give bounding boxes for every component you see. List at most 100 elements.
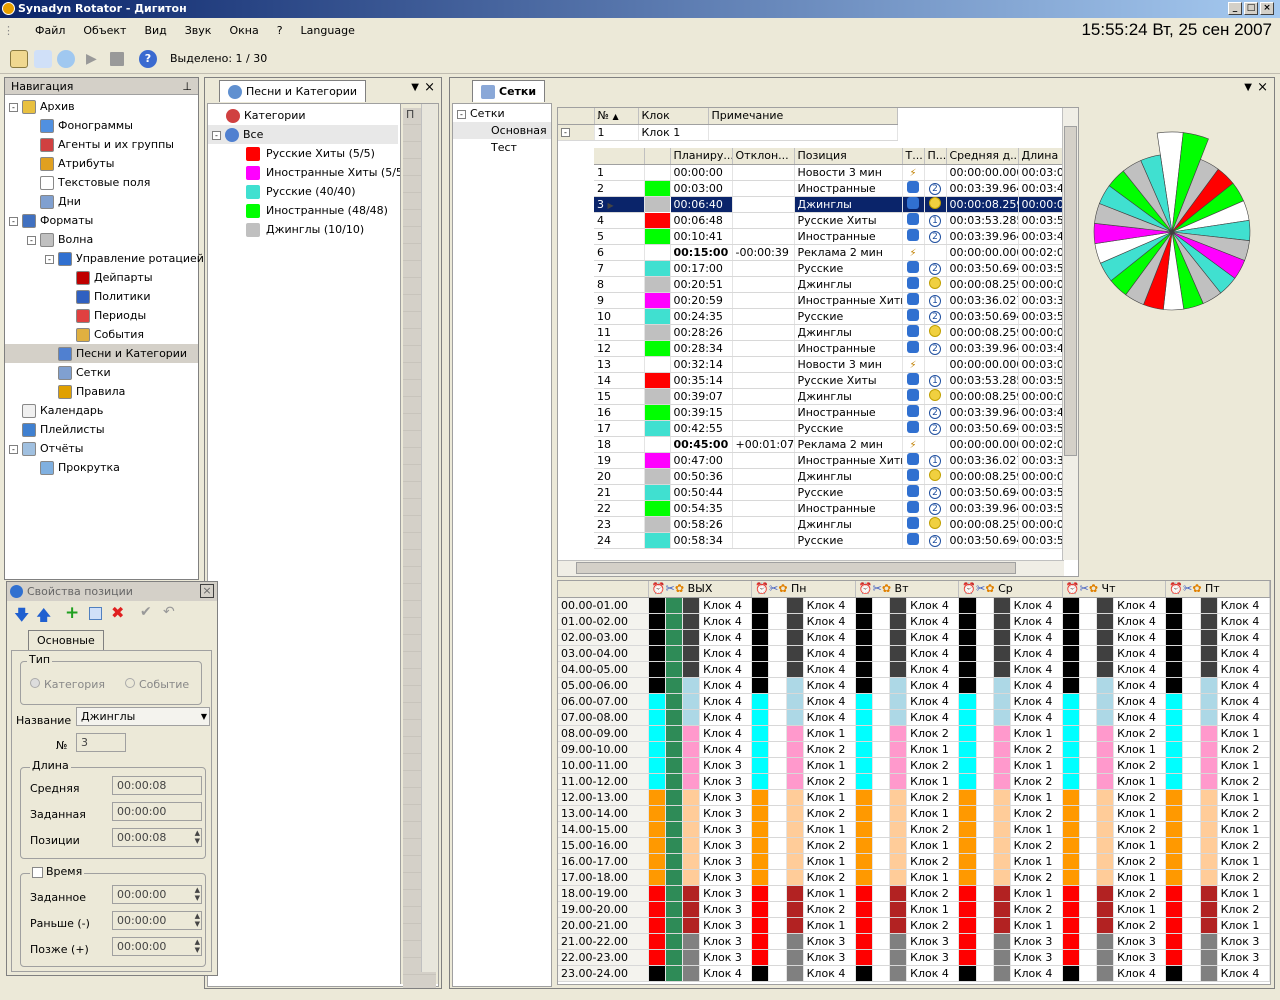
clock-cell[interactable]: Клок 2 (1217, 741, 1270, 758)
hour-row[interactable]: 20.00-21.00 Клок 3 Клок 1 Клок 2 Клок 1 Клок … (558, 917, 1270, 934)
clock-cell[interactable]: Клок 4 (1217, 661, 1270, 678)
clock-cell[interactable]: Клок 3 (699, 789, 753, 806)
clock-cell[interactable]: Клок 4 (1010, 661, 1063, 678)
clock-cell[interactable]: Клок 3 (1217, 933, 1270, 950)
col-header[interactable]: Позиция (794, 148, 903, 165)
clock-cell[interactable]: Клок 1 (1010, 789, 1063, 806)
time-set-field[interactable]: 00:00:00 ▲ ▼ (112, 885, 202, 904)
clock-cell[interactable]: Клок 2 (1010, 837, 1063, 854)
position-row[interactable]: 7 00:17:00 Русские 2 00:03:50.694 00:03:5 (594, 260, 1065, 277)
clock-cell[interactable]: Клок 4 (803, 597, 856, 614)
clock-cell[interactable]: Клок 4 (906, 709, 960, 726)
menu-item[interactable]: Звук (176, 18, 221, 44)
properties-close-button[interactable]: × (200, 584, 214, 598)
position-row[interactable]: 5 00:10:41 Иностранные 2 00:03:39.964 00:03:4 (594, 228, 1065, 245)
clock-cell[interactable]: Клок 3 (699, 773, 753, 790)
play-icon[interactable]: ▶ (86, 50, 104, 68)
clock-cell[interactable]: Клок 4 (803, 965, 856, 982)
number-field[interactable]: 3 (76, 733, 126, 752)
minimize-button[interactable]: _ (1228, 2, 1242, 15)
clock-cell[interactable]: Клок 3 (803, 933, 856, 950)
position-row[interactable]: 12 00:28:34 Иностранные 2 00:03:39.964 00:03:… (594, 340, 1065, 357)
clock-cell[interactable]: Клок 4 (803, 693, 856, 710)
clock-cell[interactable]: Клок 4 (1113, 597, 1167, 614)
clock-cell[interactable]: Клок 4 (1113, 645, 1167, 662)
clock-cell[interactable]: Клок 4 (906, 613, 960, 630)
nav-item[interactable]: - Отчёты (5, 439, 198, 458)
clock-cell[interactable]: Клок 2 (1217, 773, 1270, 790)
clock-cell[interactable]: Клок 4 (699, 613, 753, 630)
position-row[interactable]: 22 00:54:35 Иностранные 2 00:03:39.964 00:03:… (594, 500, 1065, 517)
collapse-icon[interactable]: - (457, 109, 466, 119)
position-row[interactable]: 8 00:20:51 Джинглы 00:00:08.259 00:00:0 (594, 276, 1065, 293)
clock-cell[interactable]: Клок 1 (1010, 725, 1063, 742)
clock-cell[interactable]: Клок 4 (699, 677, 753, 694)
position-row[interactable]: 21 00:50:44 Русские 2 00:03:50.694 00:03:5 (594, 484, 1065, 501)
nav-item[interactable]: События (5, 325, 198, 344)
clock-cell[interactable]: Клок 4 (699, 725, 753, 742)
clock-cell[interactable]: Клок 4 (803, 629, 856, 646)
grid-item[interactable]: Тест (453, 139, 551, 156)
nav-item[interactable]: Атрибуты (5, 154, 198, 173)
day-header[interactable]: ⏰✂✿ Ср (958, 581, 1063, 598)
col-note[interactable]: Примечание (708, 108, 898, 125)
nav-item[interactable]: Агенты и их группы (5, 135, 198, 154)
clock-cell[interactable]: Клок 4 (1010, 693, 1063, 710)
up-arrow-icon[interactable]: 🡅 (36, 605, 51, 630)
panel-menu-icon[interactable]: ▼ (411, 82, 419, 93)
menu-item[interactable]: ? (268, 18, 292, 44)
category-item[interactable]: Иностранные Хиты (5/5) (208, 163, 407, 182)
clock-cell[interactable]: Клок 4 (1010, 645, 1063, 662)
set-length-field[interactable]: 00:00:00 (112, 802, 202, 821)
hour-row[interactable]: 18.00-19.00 Клок 3 Клок 1 Клок 2 Клок 1 Клок … (558, 885, 1270, 902)
clock-cell[interactable]: Клок 1 (1010, 853, 1063, 870)
category-item[interactable]: Русские (40/40) (208, 182, 398, 201)
clock-cell[interactable]: Клок 3 (1113, 949, 1167, 966)
clock-cell[interactable]: Клок 2 (1010, 869, 1063, 886)
clock-cell[interactable]: Клок 2 (803, 869, 856, 886)
category-all[interactable]: - Все (208, 125, 398, 144)
category-item[interactable]: Джинглы (10/10) (208, 220, 398, 239)
clock-cell[interactable]: Клок 2 (1113, 725, 1167, 742)
position-row[interactable]: 17 00:42:55 Русские 2 00:03:50.694 00:03:5 (594, 420, 1065, 437)
clock-cell[interactable]: Клок 2 (906, 853, 960, 870)
grids-root[interactable]: - Сетки (453, 105, 551, 122)
scrollbar[interactable] (421, 104, 437, 972)
clock-row[interactable]: -1 Клок 1 (558, 124, 898, 141)
clock-cell[interactable]: Клок 2 (906, 725, 960, 742)
clock-cell[interactable]: Клок 1 (803, 853, 856, 870)
event-radio[interactable]: Событие (125, 678, 189, 691)
time-checkbox[interactable]: Время (30, 865, 85, 878)
category-item[interactable]: Иностранные (48/48) (208, 201, 398, 220)
position-row[interactable]: 11 00:28:26 Джинглы 00:00:08.259 00:00:0 (594, 324, 1065, 341)
clock-cell[interactable]: Клок 2 (1217, 869, 1270, 886)
clock-cell[interactable]: Клок 3 (906, 949, 960, 966)
position-row[interactable]: 14 00:35:14 Русские Хиты 1 00:03:53.285 00:03… (594, 372, 1065, 389)
tab-grids[interactable]: Сетки (472, 80, 546, 102)
day-header[interactable]: ⏰✂✿ Вт (855, 581, 960, 598)
clock-cell[interactable]: Клок 4 (1010, 677, 1063, 694)
clock-cell[interactable]: Клок 4 (1010, 597, 1063, 614)
clock-cell[interactable]: Клок 4 (1010, 613, 1063, 630)
clock-cell[interactable]: Клок 1 (803, 725, 856, 742)
clock-cell[interactable]: Клок 4 (803, 677, 856, 694)
col-clock[interactable]: Клок (638, 108, 709, 125)
clock-cell[interactable]: Клок 1 (906, 837, 960, 854)
clock-cell[interactable]: Клок 2 (906, 917, 960, 934)
clock-cell[interactable]: Клок 4 (1010, 709, 1063, 726)
hour-row[interactable]: 01.00-02.00 Клок 4 Клок 4 Клок 4 Клок 4 Клок … (558, 613, 1270, 630)
clock-cell[interactable]: Клок 1 (1217, 853, 1270, 870)
position-row[interactable]: 4 00:06:48 Русские Хиты 1 00:03:53.285 00:03:… (594, 212, 1065, 229)
clock-cell[interactable]: Клок 2 (1010, 901, 1063, 918)
clock-cell[interactable]: Клок 3 (699, 901, 753, 918)
clock-cell[interactable]: Клок 2 (906, 757, 960, 774)
clock-cell[interactable]: Клок 4 (1113, 709, 1167, 726)
clock-cell[interactable]: Клок 3 (699, 949, 753, 966)
hour-row[interactable]: 09.00-10.00 Клок 4 Клок 2 Клок 1 Клок 2 Клок … (558, 741, 1270, 758)
clock-cell[interactable]: Клок 4 (906, 597, 960, 614)
position-row[interactable]: 3 ▶ 00:06:40 Джинглы 00:00:08.259 00:00:0 (594, 195, 1065, 213)
edit-icon[interactable] (89, 607, 102, 620)
nav-item[interactable]: Текстовые поля (5, 173, 198, 192)
nav-item[interactable]: Периоды (5, 306, 198, 325)
collapse-icon[interactable]: - (212, 130, 221, 140)
